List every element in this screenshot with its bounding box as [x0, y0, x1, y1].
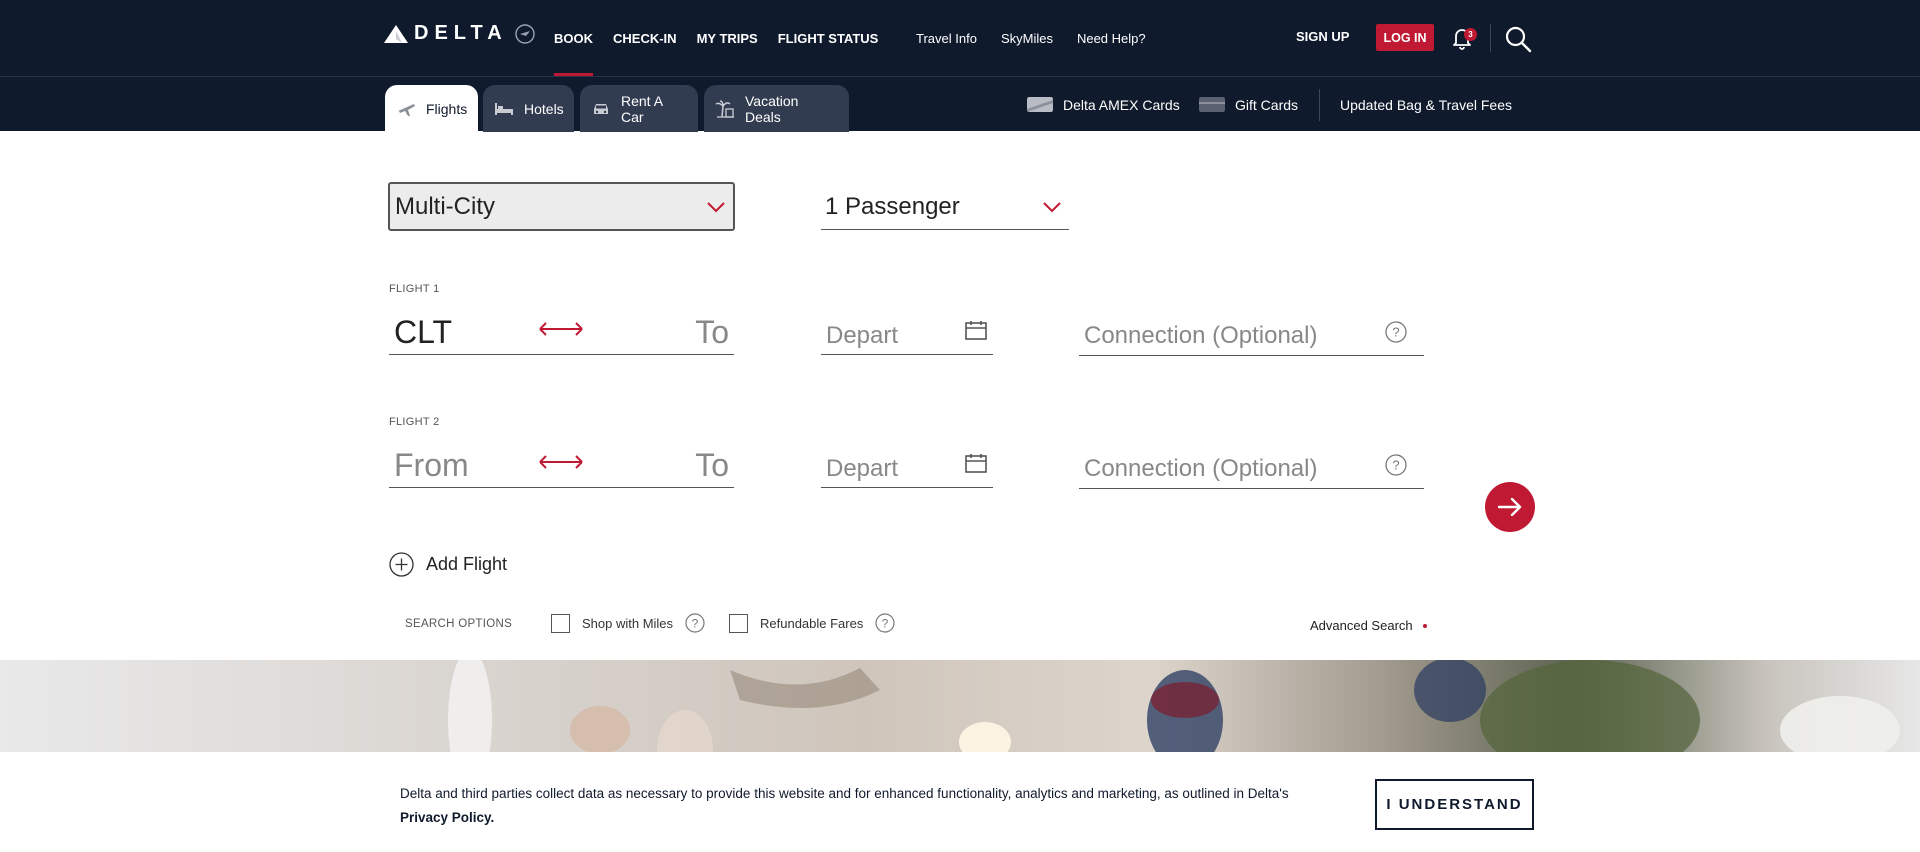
promo-label: Delta AMEX Cards	[1063, 96, 1180, 113]
airplane-icon	[398, 103, 415, 116]
i-understand-button[interactable]: I UNDERSTAND	[1375, 779, 1534, 830]
passenger-count-select[interactable]: 1 Passenger	[821, 184, 1069, 230]
depart-placeholder: Depart	[826, 455, 899, 482]
flight-2-connection-field[interactable]: Connection (Optional) ?	[1079, 441, 1424, 489]
tab-label: Hotels	[524, 100, 564, 117]
skyteam-icon	[515, 23, 535, 44]
nav-skymiles[interactable]: SkyMiles	[1001, 0, 1053, 76]
cookie-message-paragraph: Delta and third parties collect data as …	[400, 782, 1320, 830]
delta-widget-icon	[384, 24, 408, 43]
subnav-divider	[1319, 89, 1320, 121]
credit-card-icon	[1027, 97, 1053, 112]
nav-need-help[interactable]: Need Help?	[1077, 0, 1146, 76]
help-icon[interactable]: ?	[875, 613, 895, 633]
tab-rent-a-car[interactable]: Rent A Car	[580, 85, 698, 132]
bed-icon	[495, 102, 513, 115]
promo-label: Gift Cards	[1235, 96, 1299, 113]
red-dot-icon	[1422, 623, 1427, 628]
svg-text:?: ?	[1392, 325, 1399, 340]
add-flight-button[interactable]: Add Flight	[389, 552, 507, 577]
trip-type-select[interactable]: Multi-City	[388, 182, 735, 231]
calendar-icon	[965, 454, 987, 473]
refundable-fares-option[interactable]: Refundable Fares ?	[729, 613, 895, 633]
notifications-button[interactable]: 3	[1448, 24, 1477, 52]
delta-amex-cards-link[interactable]: Delta AMEX Cards	[1027, 77, 1180, 132]
tab-label: Flights	[426, 100, 468, 117]
top-navigation: DELTA BOOK CHECK-IN MY TRIPS FLIGHT STAT…	[0, 0, 1920, 76]
flight-1-to-placeholder[interactable]: To	[695, 314, 729, 351]
add-flight-label: Add Flight	[426, 554, 508, 574]
nav-flight-status[interactable]: FLIGHT STATUS	[778, 0, 879, 76]
notification-badge: 3	[1464, 28, 1477, 41]
depart-placeholder: Depart	[826, 322, 899, 349]
flight-2-to-placeholder[interactable]: To	[695, 447, 729, 484]
chevron-down-icon	[1043, 202, 1061, 213]
swap-arrows-icon[interactable]	[539, 322, 583, 336]
refundable-fares-checkbox[interactable]	[729, 613, 748, 633]
log-in-button[interactable]: LOG IN	[1376, 24, 1434, 51]
flight-1-from-value[interactable]: CLT	[394, 314, 452, 351]
secondary-nav: Travel Info SkyMiles Need Help?	[916, 0, 1146, 76]
svg-text:?: ?	[882, 617, 889, 631]
trip-type-value: Multi-City	[395, 192, 495, 220]
cookie-message: Delta and third parties collect data as …	[400, 786, 1289, 801]
help-icon[interactable]: ?	[1385, 321, 1407, 343]
gift-cards-link[interactable]: Gift Cards	[1199, 77, 1298, 132]
help-icon[interactable]: ?	[1385, 454, 1407, 476]
flight-2-origin-destination[interactable]: From To	[389, 441, 734, 488]
nav-check-in[interactable]: CHECK-IN	[613, 0, 677, 76]
flight-1-origin-destination[interactable]: CLT To	[389, 308, 734, 355]
passenger-count-value: 1 Passenger	[825, 192, 960, 220]
calendar-icon	[965, 321, 987, 340]
refundable-fares-label: Refundable Fares	[760, 615, 864, 631]
primary-nav: BOOK CHECK-IN MY TRIPS FLIGHT STATUS	[554, 0, 878, 76]
shop-with-miles-label: Shop with Miles	[582, 615, 674, 631]
help-icon[interactable]: ?	[685, 613, 705, 633]
shop-with-miles-option[interactable]: Shop with Miles ?	[551, 613, 705, 633]
sign-up-link[interactable]: SIGN UP	[1296, 29, 1349, 44]
advanced-search-label: Advanced Search	[1310, 618, 1413, 633]
search-icon	[1505, 26, 1532, 53]
car-icon	[594, 103, 608, 114]
bag-travel-fees-link[interactable]: Updated Bag & Travel Fees	[1340, 77, 1512, 132]
cookie-consent-banner: Delta and third parties collect data as …	[0, 752, 1920, 852]
palm-tree-icon	[715, 99, 734, 118]
tab-flights[interactable]: Flights	[385, 85, 478, 132]
flight-1-label: FLIGHT 1	[389, 283, 440, 295]
flight-2-depart-date[interactable]: Depart	[821, 441, 993, 488]
flight-1-depart-date[interactable]: Depart	[821, 308, 993, 355]
advanced-search-link[interactable]: Advanced Search	[1310, 618, 1427, 633]
tab-label: Rent A Car	[621, 92, 663, 125]
shop-with-miles-checkbox[interactable]	[551, 613, 570, 633]
flight-2-from-placeholder[interactable]: From	[394, 447, 469, 484]
flight-2-label: FLIGHT 2	[389, 416, 440, 428]
nav-travel-info[interactable]: Travel Info	[916, 0, 977, 76]
search-options-label: SEARCH OPTIONS	[405, 618, 513, 630]
svg-text:?: ?	[1392, 458, 1399, 473]
privacy-policy-link[interactable]: Privacy Policy.	[400, 810, 494, 825]
delta-logo[interactable]: DELTA	[384, 22, 536, 45]
nav-divider	[1490, 24, 1491, 52]
search-button[interactable]	[1504, 25, 1532, 53]
connection-placeholder: Connection (Optional)	[1084, 455, 1318, 482]
search-flights-submit-button[interactable]	[1485, 482, 1535, 532]
tab-vacation-deals[interactable]: Vacation Deals	[704, 85, 849, 132]
booking-subnav: Flights Hotels Rent A Car Vacation Deals	[0, 76, 1920, 132]
delta-wordmark: DELTA	[414, 22, 508, 44]
nav-book[interactable]: BOOK	[554, 0, 593, 76]
promo-label: Updated Bag & Travel Fees	[1340, 96, 1512, 113]
tab-hotels[interactable]: Hotels	[483, 85, 574, 132]
nav-my-trips[interactable]: MY TRIPS	[697, 0, 758, 76]
chevron-down-icon	[707, 202, 725, 213]
plus-circle-icon	[389, 552, 414, 577]
arrow-right-icon	[1498, 498, 1522, 516]
flight-1-connection-field[interactable]: Connection (Optional) ?	[1079, 308, 1424, 356]
gift-card-icon	[1199, 97, 1225, 112]
privacy-policy-label: Privacy Policy.	[400, 810, 495, 825]
connection-placeholder: Connection (Optional)	[1084, 322, 1318, 349]
swap-arrows-icon[interactable]	[539, 455, 583, 469]
svg-text:?: ?	[692, 617, 699, 631]
tab-label: Vacation Deals	[745, 92, 799, 125]
